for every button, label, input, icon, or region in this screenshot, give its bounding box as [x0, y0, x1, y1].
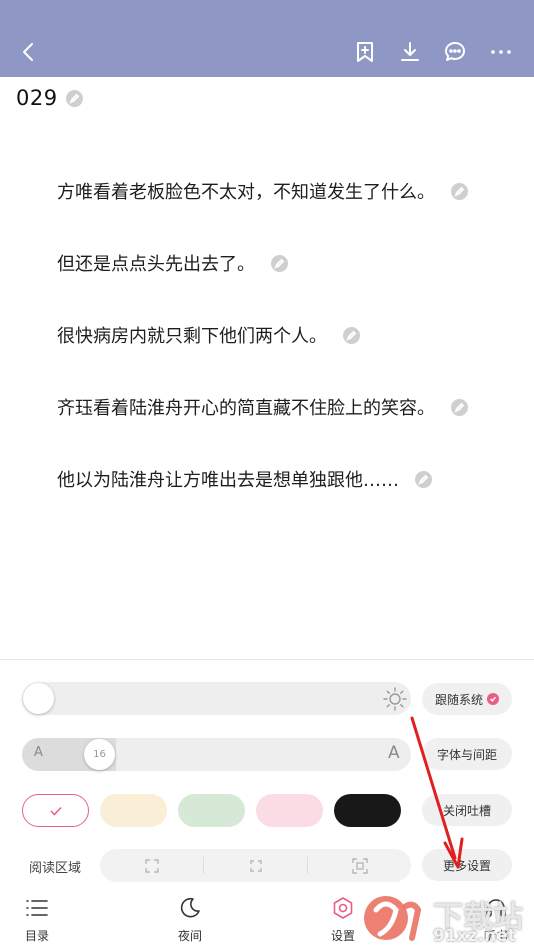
region-option-compact[interactable] [308, 849, 411, 882]
font-size-slider-handle[interactable]: 16 [84, 739, 115, 770]
top-bar [0, 0, 534, 77]
gear-icon [330, 895, 356, 921]
tab-label: 目录 [24, 929, 49, 943]
paragraph[interactable]: 但还是点点头先出去了。 [57, 250, 288, 276]
font-small-label: A [34, 745, 43, 760]
annotate-pen-icon[interactable] [65, 89, 83, 107]
region-option-expand[interactable] [100, 849, 203, 882]
theme-black-swatch[interactable] [334, 794, 401, 827]
tab-label: 夜间 [177, 929, 202, 943]
font-large-label: A [388, 743, 400, 763]
moon-icon [177, 895, 203, 921]
expand-icon [144, 858, 159, 873]
paragraph[interactable]: 齐珏看着陆淮舟开心的简直藏不住脸上的笑容。 [57, 394, 468, 420]
tab-label: 设置 [330, 929, 355, 943]
paragraph[interactable]: 他以为陆淮舟让方唯出去是想单独跟他…… [57, 466, 432, 492]
close-comments-button[interactable]: 关闭吐槽 [422, 794, 512, 826]
more-settings-button[interactable]: 更多设置 [422, 849, 512, 881]
chapter-header: 029 [16, 85, 83, 111]
paragraph-text: 齐珏看着陆淮舟开心的简直藏不住脸上的笑容。 [57, 398, 435, 419]
annotate-pen-icon[interactable] [343, 326, 360, 344]
paragraph-text: 方唯看着老板脸色不太对，不知道发生了什么。 [57, 182, 435, 203]
download-icon[interactable] [395, 37, 425, 67]
more-icon[interactable] [486, 37, 516, 67]
brightness-slider[interactable] [22, 682, 411, 715]
paragraph[interactable]: 很快病房内就只剩下他们两个人。 [57, 322, 360, 348]
follow-system-button[interactable]: 跟随系统 [422, 683, 512, 715]
paragraph[interactable]: 方唯看着老板脸色不太对，不知道发生了什么。 [57, 178, 468, 204]
brightness-slider-handle[interactable] [23, 683, 54, 714]
paragraph-text: 他以为陆淮舟让方唯出去是想单独跟他…… [57, 470, 399, 491]
reading-region-selector [100, 849, 411, 882]
paragraph-text: 很快病房内就只剩下他们两个人。 [57, 326, 327, 347]
watermark-url: 91xz.net [433, 926, 516, 946]
annotate-pen-icon[interactable] [271, 254, 288, 272]
tab-night[interactable]: 夜间 [150, 893, 230, 950]
reading-region-label: 阅读区域 [29, 861, 82, 876]
region-option-medium[interactable] [204, 849, 307, 882]
annotate-pen-icon[interactable] [415, 470, 432, 488]
annotate-pen-icon[interactable] [451, 398, 468, 416]
theme-white-swatch[interactable] [22, 794, 89, 827]
paragraph-text: 但还是点点头先出去了。 [57, 254, 255, 275]
theme-pink-swatch[interactable] [256, 794, 323, 827]
frame-icon [249, 859, 262, 872]
sun-icon [382, 686, 408, 712]
comment-icon[interactable] [440, 37, 470, 67]
list-icon [24, 895, 50, 921]
tab-catalog[interactable]: 目录 [0, 893, 77, 950]
check-icon [49, 806, 62, 816]
font-spacing-button[interactable]: 字体与间距 [422, 738, 512, 770]
bookmark-add-icon[interactable] [350, 37, 380, 67]
theme-cream-swatch[interactable] [100, 794, 167, 827]
back-icon[interactable] [14, 37, 44, 67]
chapter-title: 029 [16, 86, 58, 110]
theme-green-swatch[interactable] [178, 794, 245, 827]
focus-icon [351, 857, 368, 874]
follow-system-label: 跟随系统 [434, 692, 483, 707]
check-icon [487, 693, 499, 705]
annotate-pen-icon[interactable] [451, 182, 468, 200]
